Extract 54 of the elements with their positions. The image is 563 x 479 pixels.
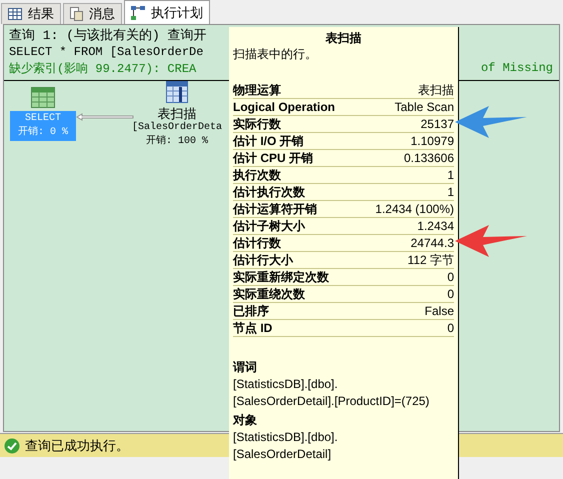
status-text: 查询已成功执行。 bbox=[25, 436, 129, 455]
property-label: 估计运算符开销 bbox=[233, 202, 317, 217]
property-label: 估计行数 bbox=[233, 236, 281, 251]
property-value: False bbox=[424, 304, 454, 319]
property-label: 实际行数 bbox=[233, 117, 281, 132]
property-label: 物理运算 bbox=[233, 83, 281, 98]
property-label: 估计 CPU 开销 bbox=[233, 151, 314, 166]
property-value: 0 bbox=[447, 287, 454, 302]
property-value: 0 bbox=[447, 270, 454, 285]
tab[interactable]: 结果 bbox=[1, 3, 61, 24]
plan-icon bbox=[131, 6, 145, 20]
property-value: 1.2434 (100%) bbox=[375, 202, 454, 217]
table-icon bbox=[31, 87, 55, 108]
property-label: 实际重绕次数 bbox=[233, 287, 305, 302]
property-value: Table Scan bbox=[394, 100, 454, 115]
property-label: 估计行大小 bbox=[233, 253, 293, 268]
property-label: 节点 ID bbox=[233, 321, 272, 336]
section-text: [SalesOrderDetail].[ProductID]=(725) bbox=[233, 393, 430, 410]
property-value: 24744.3 bbox=[410, 236, 454, 251]
table-scan-icon bbox=[166, 81, 188, 103]
property-value: 表扫描 bbox=[418, 83, 454, 98]
property-label: 估计执行次数 bbox=[233, 185, 305, 200]
property-label: 估计子树大小 bbox=[233, 219, 305, 234]
property-label: 实际重新绑定次数 bbox=[233, 270, 329, 285]
section-text: [StatisticsDB].[dbo]. bbox=[233, 376, 339, 393]
plan-node-label[interactable]: 表扫描 [SalesOrderDeta 开销: 100 % bbox=[130, 106, 224, 149]
property-value: 1 bbox=[447, 168, 454, 183]
property-label: Logical Operation bbox=[233, 100, 336, 115]
tab[interactable]: 消息 bbox=[63, 3, 122, 24]
property-value: 1 bbox=[447, 185, 454, 200]
section-text: [SalesOrderDetail] bbox=[233, 446, 332, 463]
property-value: 1.10979 bbox=[410, 134, 454, 149]
tooltip-title: 表扫描 bbox=[326, 31, 362, 46]
property-value: 0 bbox=[447, 321, 454, 336]
grid-icon bbox=[8, 8, 22, 20]
missing-index-text: 缺少索引(影响 99.2477): CREA bbox=[9, 61, 198, 78]
property-label: 已排序 bbox=[233, 304, 269, 319]
tab[interactable]: 执行计划 bbox=[124, 0, 210, 24]
property-value: 0.133606 bbox=[404, 151, 454, 166]
property-label: 执行次数 bbox=[233, 168, 281, 183]
missing-index-text: of Missing bbox=[480, 60, 553, 77]
section-text: [StatisticsDB].[dbo]. bbox=[233, 429, 339, 446]
property-value: 1.2434 bbox=[417, 219, 454, 234]
property-label: 估计 I/O 开销 bbox=[233, 134, 304, 149]
section-heading: 谓词 bbox=[233, 359, 258, 376]
property-value: 112 字节 bbox=[408, 253, 454, 268]
document-icon bbox=[70, 7, 83, 21]
success-check-icon bbox=[4, 438, 20, 454]
query-title: 查询 1: (与该批有关的) 查询开 bbox=[9, 27, 208, 44]
tooltip-description: 扫描表中的行。 bbox=[233, 46, 318, 63]
connector-arrow bbox=[76, 113, 134, 121]
sql-text: SELECT * FROM [SalesOrderDe bbox=[9, 44, 204, 61]
section-heading: 对象 bbox=[233, 412, 258, 429]
property-value: 25137 bbox=[420, 117, 454, 132]
